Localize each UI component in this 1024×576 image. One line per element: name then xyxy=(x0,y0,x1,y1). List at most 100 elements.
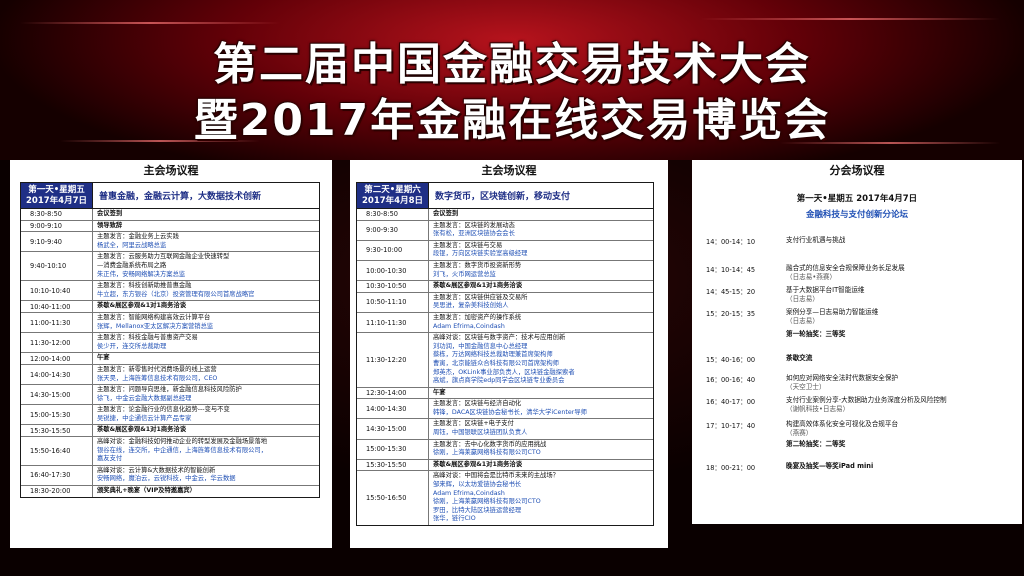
event-banner: 第二届中国金融交易技术大会 暨2017年金融在线交易博览会 xyxy=(0,0,1024,160)
session-title: 主题发言：论金融行业的信息化趋势---变与不变 xyxy=(97,406,230,414)
panel-heading: 主会场议程 xyxy=(143,164,199,177)
row-time: 9:40-10:10 xyxy=(21,252,93,281)
row-time: 14:00-14:30 xyxy=(357,399,429,419)
speaker-line: 段锟，万向区块链实验室高级经理 xyxy=(433,250,528,258)
sub-date-line: 第一天•星期五 2017年4月7日 xyxy=(796,194,918,204)
speaker-line: 张辉，Mellanox亚太区解决方案营销总监 xyxy=(97,322,214,330)
speaker-line: 韩锋，DACA区块链协会秘书长，清华大学iCenter导师 xyxy=(433,408,587,416)
schedule-row: 9:30-10:00 主题发言：区块链与交易 段锟，万向区块链实验室高级经理 xyxy=(357,240,653,261)
session-title: 主题发言：智能网络构建高效云计算平台 xyxy=(97,313,211,321)
schedule-row: 9:40-10:10 主题发言：云服务助力互联网金融企业快速转型 —消费金融系统布局… xyxy=(21,252,319,282)
session-title: 主题发言：云服务助力互联网金融企业快速转型 xyxy=(97,253,230,261)
schedule-row: 11:10-11:30 主题发言：加密资产的操作系统 Adam Efrima,Coi… xyxy=(357,312,653,334)
item-title: 晚宴及抽奖—等奖iPad mini xyxy=(786,462,874,470)
item-title: 基于大数据平台IT智能运维 xyxy=(786,286,865,294)
speaker-line: 周钰，中国银联区块链团队负责人 xyxy=(433,429,528,437)
schedule-header: 第一天•星期五 2017年4月7日 普惠金融，金融云计算，大数据技术创新 xyxy=(21,183,319,209)
sub-agenda-item: 18：00-21：00 晚宴及抽奖—等奖iPad mini xyxy=(706,462,1016,472)
item-time: 14：00-14：10 xyxy=(706,238,756,246)
sub-agenda-item: 15：40-16：00 茶歇交流 xyxy=(706,354,1016,364)
row-time: 11:30-12:00 xyxy=(21,333,93,353)
item-sponsor: （日志易） xyxy=(786,295,819,303)
row-content: 主题发言：科技创新助推普惠金融 牛立超，东方银谷（北京）投资管理有限公司首席战略官 xyxy=(93,281,319,300)
session-title: 主题发言：区块链的发展动态 xyxy=(433,221,515,229)
date-label: 2017年4月7日 xyxy=(26,196,87,206)
event-title-line1: 第二届中国金融交易技术大会 xyxy=(213,39,811,90)
session-title: 会议签到 xyxy=(97,210,123,217)
session-title: 主题发言：去中心化数字货币的应用挑战 xyxy=(433,440,547,448)
speaker-line: 高斌，旗点商学院edp同学会区块链专业委员会 xyxy=(433,377,565,385)
row-content: 主题发言：区块链供应链及交易所 吴思进，复杂美科技创始人 xyxy=(429,293,653,312)
row-time: 14:00-14:30 xyxy=(21,364,93,385)
schedule-row: 12:30-14:00 午宴 xyxy=(357,387,653,400)
row-time: 10:40-11:00 xyxy=(21,301,93,312)
session-title: 主题发言：问题导向思维，新金融信息科技风险防护 xyxy=(97,386,242,394)
row-time: 10:10-10:40 xyxy=(21,281,93,301)
session-title: 午宴 xyxy=(97,354,110,362)
event-title-line2: 暨2017年金融在线交易博览会 xyxy=(193,95,831,146)
schedule-row: 10:30-10:50 茶歇&展区参观&1对1商务洽谈 xyxy=(357,281,653,293)
schedule-row: 10:00-10:30 主题发言：数字货币投资新形势 刘飞，火币网运营总监 xyxy=(357,260,653,282)
sub-agenda-panel: 分会场议程 第一天•星期五 2017年4月7日 金融科技与支付创新分论坛 14：… xyxy=(692,160,1022,524)
item-title: 融合式的信息安全合规保障业务长足发展 xyxy=(786,264,905,272)
row-content: 主题发言：去中心化数字货币的应用挑战 徐刚，上海莱赢网络科技有限公司CTO xyxy=(429,440,653,459)
row-content: 主题发言：问题导向思维，新金融信息科技风险防护 徐飞，中金云金融大数据副总经理 xyxy=(93,385,319,404)
item-title: 茶歇交流 xyxy=(786,354,813,362)
schedule-row: 14:30-15:00 主题发言：问题导向思维，新金融信息科技风险防护 徐飞，中金云… xyxy=(21,385,319,406)
item-title: 支付行业案例分享-大数据助力业务深度分析及风险控制 xyxy=(786,396,947,404)
session-title: 主题发言：区块链+电子支付 xyxy=(433,420,514,428)
session-title: 主题发言：金融业务上云实践 xyxy=(97,233,179,241)
schedule-row: 15:30-15:50 茶歇&展区参观&1对1商务洽谈 xyxy=(357,459,653,472)
speaker-line: 徐飞，中金云金融大数据副总经理 xyxy=(97,394,192,402)
row-content: 主题发言：区块链的发展动态 张有松，亚洲区块链协会会长 xyxy=(429,221,653,240)
schedule-row: 9:00-9:10 领导致辞 xyxy=(21,220,319,233)
row-content: 茶歇&展区参观&1对1商务洽谈 xyxy=(93,425,319,436)
row-time: 10:50-11:10 xyxy=(357,292,429,312)
item-title: 案例分享—日志易助力智能运维 xyxy=(786,308,879,316)
speaker-line: 曹寅，北京能链众合科技有限公司首席架构师 xyxy=(433,359,559,367)
day-badge: 第二天•星期六 2017年4月8日 xyxy=(357,183,429,208)
row-time: 9:00-9:30 xyxy=(357,220,429,240)
sub-agenda-item: 14：00-14：10 支付行业机遇与挑战 xyxy=(706,236,1016,246)
schedule-row: 15:00-15:30 主题发言：论金融行业的信息化趋势---变与不变 吴锐捷，中企… xyxy=(21,405,319,426)
schedule-row: 8:30-8:50 会议签到 xyxy=(357,209,653,221)
speaker-line: 吴思进，复杂美科技创始人 xyxy=(433,302,509,310)
item-text: 构建高效体系化安全可视化及合规平台 （燕赛） xyxy=(786,420,1016,438)
item-title: 构建高效体系化安全可视化及合规平台 xyxy=(786,420,899,428)
schedule-row: 11:30-12:00 主题发言：科技金融与普惠资产交易 侯少开，连交所总裁助理 xyxy=(21,333,319,354)
schedule-row: 10:50-11:10 主题发言：区块链供应链及交易所 吴思进，复杂美科技创始人 xyxy=(357,292,653,313)
light-streak xyxy=(20,22,280,24)
day-label: 第二天•星期六 xyxy=(364,185,421,195)
item-sponsor: （日志易） xyxy=(786,317,819,325)
row-time: 15:00-15:30 xyxy=(357,439,429,459)
speaker-line: 徐刚，上海莱赢网络科技有限公司CTO xyxy=(433,498,541,506)
row-content: 主题发言：区块链与经济自动化 韩锋，DACA区块链协会秘书长，清华大学iCente… xyxy=(429,399,653,418)
row-content: 高峰对谈：区块链与数字资产：技术与应用创新 刘功润，中国金融信息中心总经理 蔡栋，万… xyxy=(429,333,653,387)
row-content: 颁奖典礼+晚宴（VIP及特邀嘉宾） xyxy=(93,486,319,497)
item-title: 支付行业机遇与挑战 xyxy=(786,236,846,244)
schedule-row: 11:00-11:30 主题发言：智能网络构建高效云计算平台 张辉，Mellanox… xyxy=(21,312,319,334)
sub-forum-title: 金融科技与支付创新分论坛 xyxy=(805,210,908,220)
row-time: 15:00-15:30 xyxy=(21,405,93,425)
sub-agenda-item: 16：40-17：00 支付行业案例分享-大数据助力业务深度分析及风险控制 （谢帆科… xyxy=(706,396,1016,414)
speaker-line: —消费金融系统布局之路 xyxy=(97,261,167,269)
row-content: 主题发言：论金融行业的信息化趋势---变与不变 吴锐捷，中企通信云计算产品专家 xyxy=(93,405,319,424)
schedule-row: 14:00-14:30 主题发言：区块链与经济自动化 韩锋，DACA区块链协会秘书长… xyxy=(357,399,653,420)
row-time: 16:40-17:30 xyxy=(21,465,93,486)
item-title: 第二轮抽奖：二等奖 xyxy=(786,440,846,448)
item-time: 15：20-15：35 xyxy=(706,310,756,318)
session-title: 主题发言：新零售时代消费场景的线上运营 xyxy=(97,365,217,373)
item-text: 融合式的信息安全合规保障业务长足发展 （日志易•燕赛） xyxy=(786,264,1016,282)
sub-agenda-item: 15：20-15：35 案例分享—日志易助力智能运维 （日志易） xyxy=(706,308,1016,326)
schedule-row: 14:30-15:00 主题发言：区块链+电子支付 周钰，中国银联区块链团队负责人 xyxy=(357,419,653,440)
item-time: 14：10-14：45 xyxy=(706,266,756,274)
speaker-line: 吴锐捷，中企通信云计算产品专家 xyxy=(97,414,192,422)
schedule-row: 16:40-17:30 高峰对谈：云计算&大数据技术的智能创新 安畅网络，魔泊云，云… xyxy=(21,465,319,487)
row-content: 茶歇&展区参观&1对1商务洽谈 xyxy=(429,281,653,292)
schedule-row: 11:30-12:20 高峰对谈：区块链与数字资产：技术与应用创新 刘功润，中国金融… xyxy=(357,333,653,388)
session-title: 主题发言：数字货币投资新形势 xyxy=(433,261,522,269)
row-time: 14:30-15:00 xyxy=(357,419,429,439)
row-content: 午宴 xyxy=(429,388,653,399)
item-sponsor: （燕赛） xyxy=(786,429,813,437)
schedule-row: 18:30-20:00 颁奖典礼+晚宴（VIP及特邀嘉宾） xyxy=(21,486,319,497)
